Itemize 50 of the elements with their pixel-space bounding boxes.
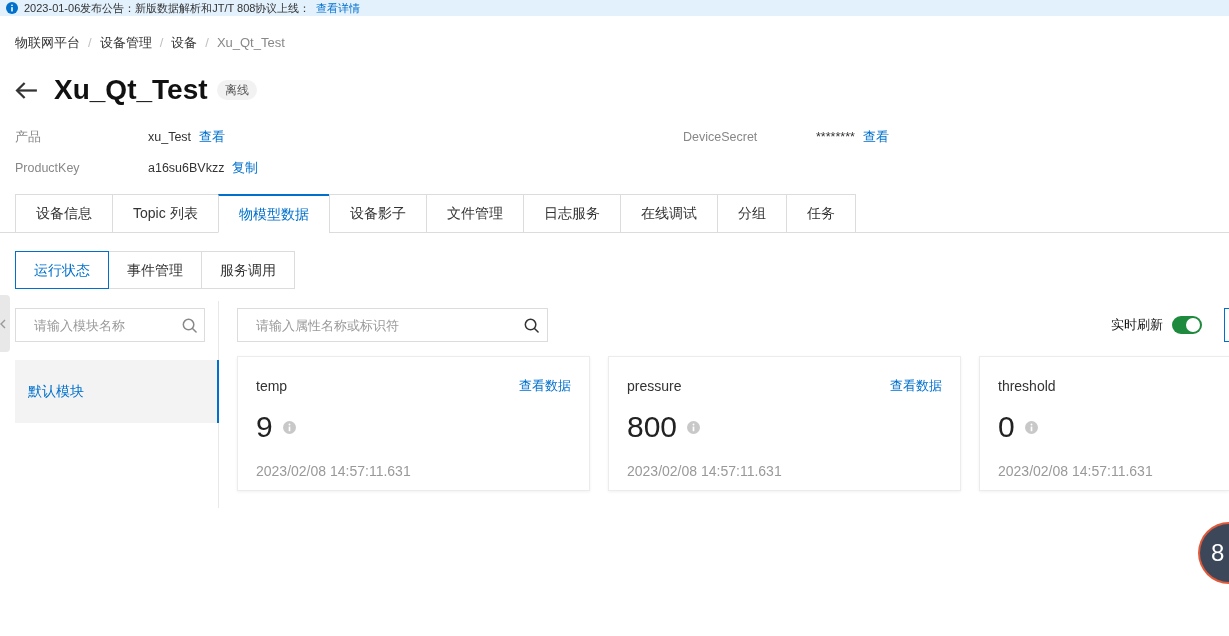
toggle-switch[interactable] (1172, 316, 1202, 334)
detail-label: ProductKey (15, 160, 81, 177)
tab[interactable]: 任务 (785, 194, 856, 233)
status-badge: 离线 (216, 80, 257, 100)
view-data-link[interactable]: 查看数据 (519, 376, 571, 396)
breadcrumb-link[interactable]: 设备管理 (99, 36, 152, 50)
chevron-left-icon[interactable] (0, 318, 6, 329)
property-value: 9 (256, 410, 273, 444)
detail-value: xu_Test (148, 129, 192, 146)
announcement-text: 2023-01-06发布公告：新版数据解析和JT/T 808协议上线： (24, 1, 311, 15)
breadcrumb-separator: / (88, 36, 92, 50)
property-timestamp: 2023/02/08 14:57:11.631 (998, 462, 1154, 480)
property-timestamp: 2023/02/08 14:57:11.631 (256, 462, 412, 480)
property-search-field[interactable]: 请输入属性名称或标识符 (237, 308, 548, 342)
module-item[interactable]: 默认模块 (15, 360, 219, 423)
property-name: pressure (627, 376, 682, 396)
back-arrow-icon[interactable] (15, 81, 38, 99)
breadcrumb-separator: / (159, 36, 164, 50)
view-data-link[interactable]: 查看数据 (890, 376, 942, 396)
cut-off-button[interactable] (1224, 308, 1229, 342)
breadcrumb-link[interactable]: Xu_Qt_Test (216, 36, 285, 50)
detail-label: 产品 (15, 129, 42, 146)
detail-action-link[interactable]: 查看 (862, 128, 889, 146)
detail-value: ******** (816, 129, 855, 146)
breadcrumb-link[interactable]: 设备 (171, 36, 198, 50)
tab[interactable]: 设备信息 (15, 194, 113, 233)
subtab[interactable]: 事件管理 (108, 251, 202, 289)
subtab[interactable]: 运行状态 (15, 251, 109, 289)
property-name: temp (256, 376, 288, 396)
detail-value: a16su6BVkzz (148, 160, 225, 177)
toggle-label: 实时刷新 (1111, 316, 1163, 335)
device-title: Xu_Qt_Test (54, 74, 208, 106)
search-icon[interactable] (524, 318, 539, 333)
speed-ball-widget[interactable]: 8 (1198, 522, 1229, 584)
property-name: threshold (998, 376, 1056, 396)
tab[interactable]: 设备影子 (328, 194, 427, 233)
detail-action-link[interactable]: 查看 (199, 128, 226, 146)
announcement-link[interactable]: 查看详情 (316, 1, 361, 15)
detail-label: DeviceSecret (683, 129, 759, 146)
property-timestamp: 2023/02/08 14:57:11.631 (627, 462, 783, 480)
module-search-field[interactable]: 请输入模块名称 (15, 308, 205, 342)
property-value: 0 (998, 410, 1015, 444)
subtab[interactable]: 服务调用 (201, 251, 295, 289)
tab[interactable]: 物模型数据 (217, 194, 330, 233)
info-icon (6, 2, 18, 14)
detail-action-link[interactable]: 复制 (232, 159, 259, 177)
breadcrumb-link[interactable]: 物联网平台 (15, 36, 80, 50)
breadcrumb-separator: / (205, 36, 209, 50)
property-value: 800 (627, 410, 678, 444)
collapse-handle[interactable] (0, 295, 10, 352)
